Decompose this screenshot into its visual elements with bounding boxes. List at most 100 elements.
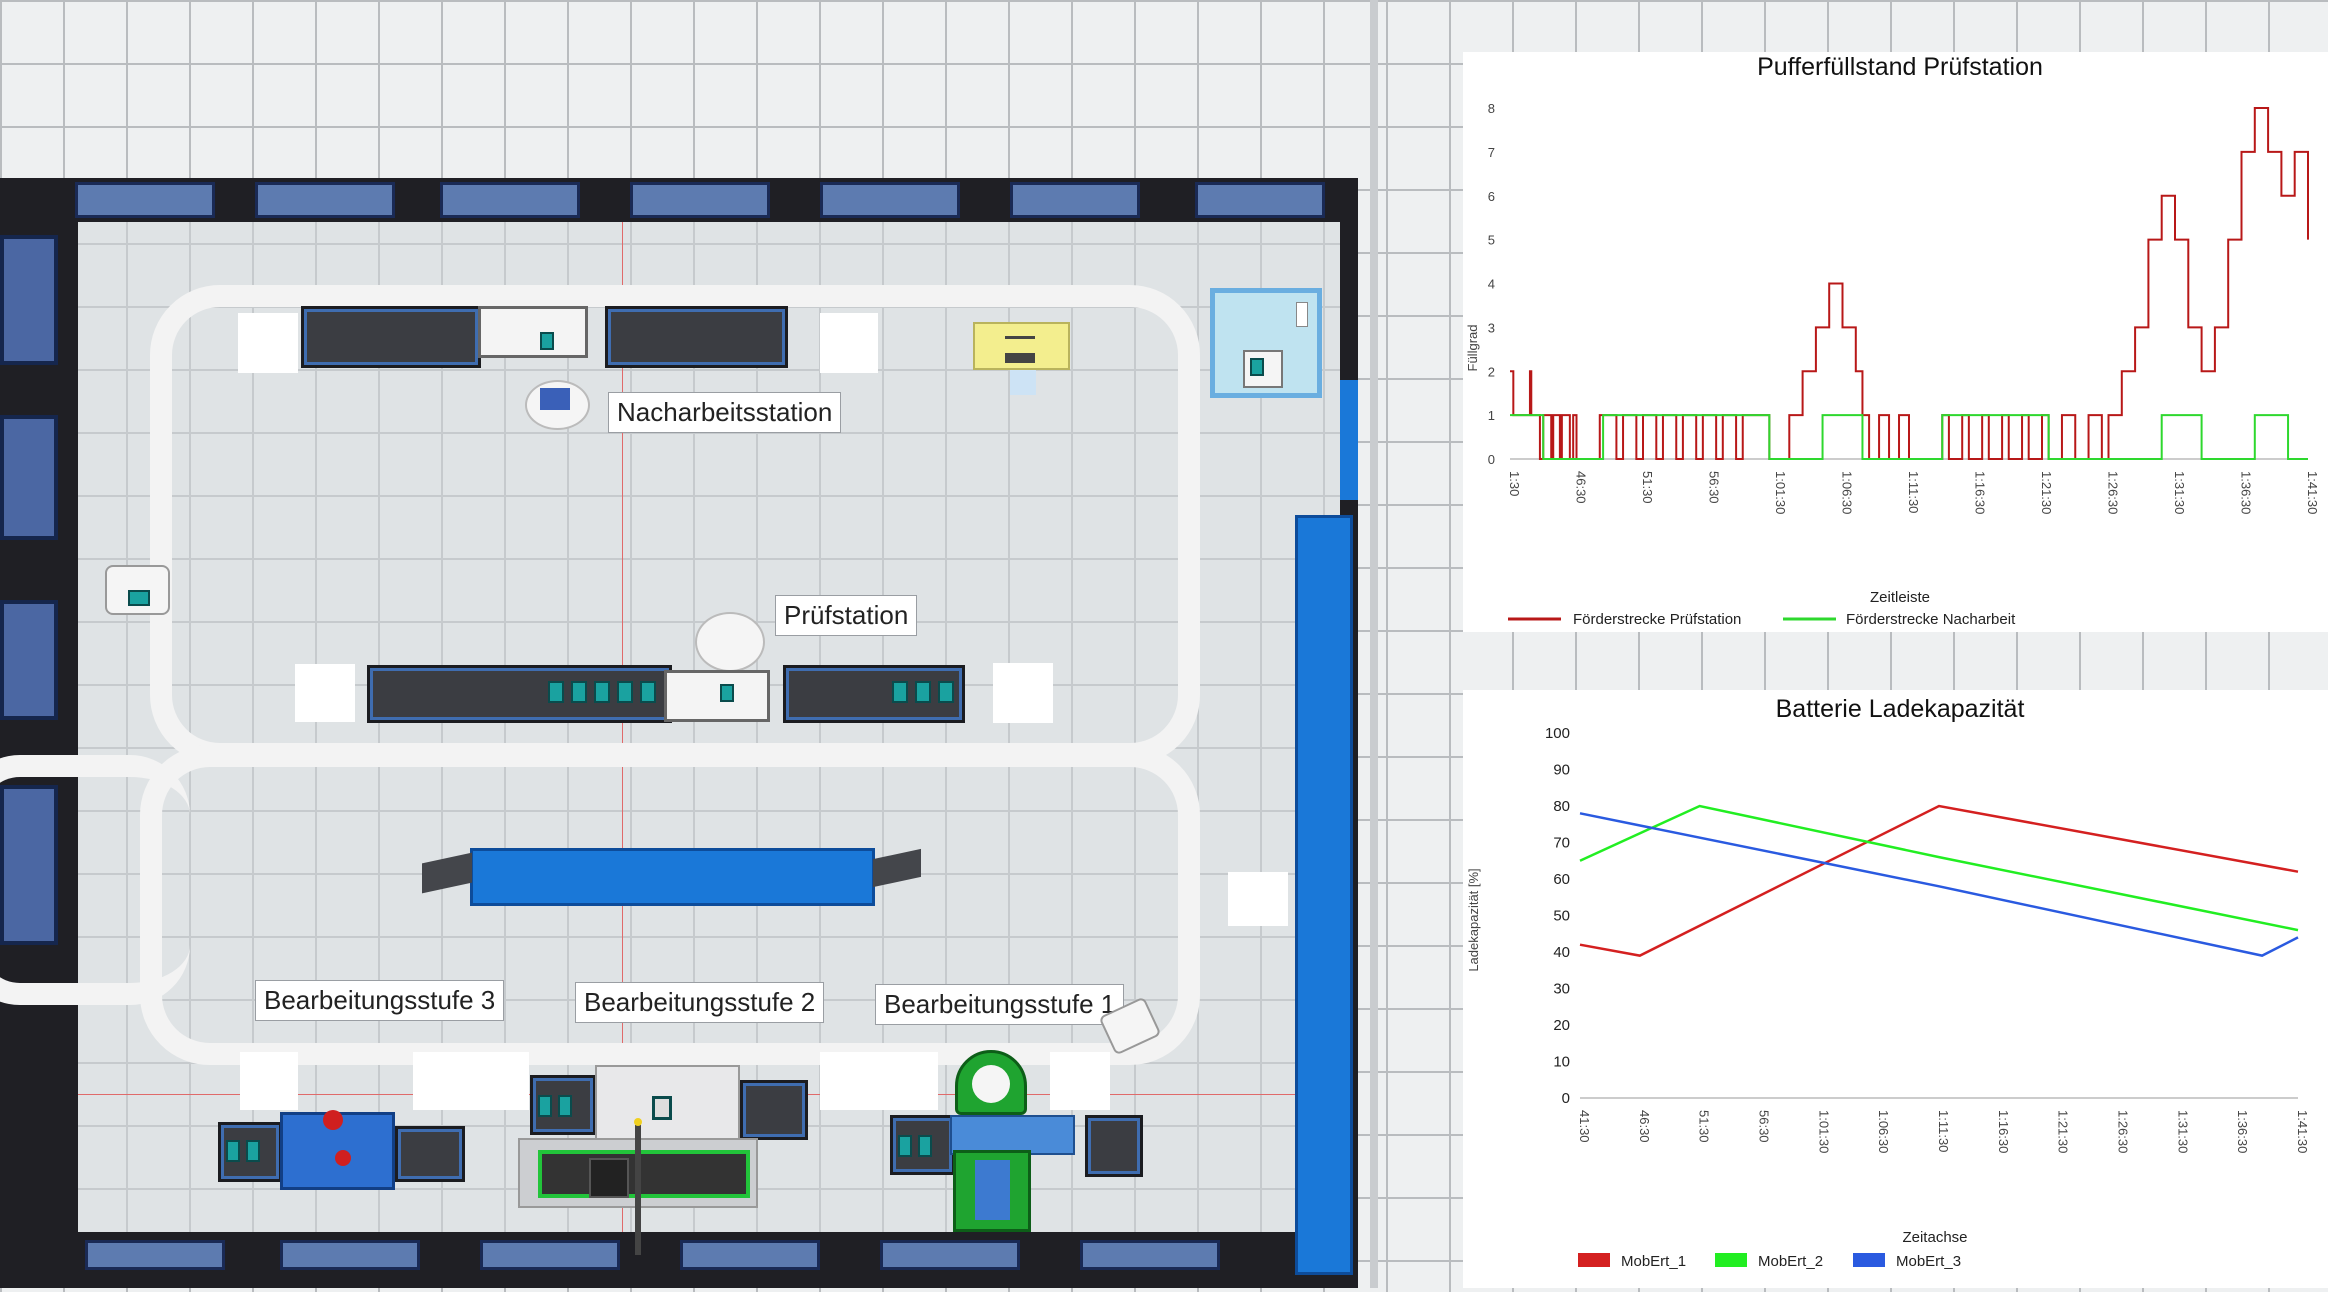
x-tick-label: 1:21:30 <box>2039 471 2054 514</box>
machine-module <box>540 332 554 350</box>
conveyor <box>395 1126 465 1182</box>
window <box>820 182 960 218</box>
x-tick-label: 1:26:30 <box>2116 1110 2131 1153</box>
transfer-pad <box>1228 872 1288 926</box>
window <box>0 415 58 540</box>
series-line-1 <box>1510 107 2309 460</box>
x-tick-label: 1:36:30 <box>2235 1110 2250 1153</box>
x-tick-label: 1:31:30 <box>2172 471 2187 514</box>
wall-segment <box>1340 380 1358 500</box>
y-tick-label: 1 <box>1488 408 1495 423</box>
marker-bar <box>1005 336 1035 339</box>
y-tick-label: 0 <box>1488 452 1495 467</box>
x-tick-label: 46:30 <box>1574 471 1589 504</box>
machining-core <box>972 1065 1010 1103</box>
x-tick-label: 1:41:30 <box>2305 471 2320 514</box>
x-tick-label: 56:30 <box>1757 1110 1772 1143</box>
station-label-inspection: Prüfstation <box>775 595 918 636</box>
y-tick-label: 6 <box>1488 189 1495 204</box>
machining-arm <box>975 1160 1010 1220</box>
y-tick-label: 70 <box>1553 835 1570 852</box>
station-label-stage1: Bearbeitungsstufe 1 <box>875 984 1125 1025</box>
conveyor <box>301 306 481 368</box>
part-slot <box>246 1140 260 1162</box>
chart-panel-buffer: Pufferfüllstand Prüfstation 0 1 2 3 4 5 6 7 8 1:3… <box>1463 52 2328 632</box>
window <box>85 1240 225 1270</box>
marker-stand <box>1010 370 1036 395</box>
robot-arm <box>540 388 570 410</box>
series-line-2 <box>1579 804 2299 932</box>
x-axis-label: Zeitleiste <box>1870 589 1930 606</box>
tool-arm <box>635 1125 641 1255</box>
window <box>1195 182 1325 218</box>
station-label-rework: Nacharbeitsstation <box>608 392 842 433</box>
x-tick-label: 1:36:30 <box>2239 471 2254 514</box>
y-tick-label: 40 <box>1553 944 1570 961</box>
machine-spindle <box>335 1150 351 1166</box>
legend-label-3: MobErt_3 <box>1896 1253 1961 1270</box>
legend-label-1: MobErt_1 <box>1621 1253 1686 1270</box>
part-slot <box>892 681 908 703</box>
x-tick-label: 1:01:30 <box>1816 1110 1831 1153</box>
inspection-robot <box>695 612 765 672</box>
charging-post <box>1296 302 1308 327</box>
window <box>0 600 58 720</box>
x-tick-label: 1:16:30 <box>1996 1110 2011 1153</box>
legend-label-2: Förderstrecke Nacharbeit <box>1846 611 2016 628</box>
transfer-pad <box>993 663 1053 723</box>
marker-bar <box>1005 353 1035 363</box>
y-tick-label: 50 <box>1553 908 1570 925</box>
x-tick-label: 51:30 <box>1697 1110 1712 1143</box>
part-slot <box>617 681 633 703</box>
transfer-pad <box>240 1052 298 1110</box>
x-tick-label: 1:41:30 <box>2295 1110 2310 1153</box>
x-tick-label: 41:30 <box>1577 1110 1592 1143</box>
window <box>75 182 215 218</box>
transfer-pad <box>413 1052 529 1110</box>
legend-swatch-2 <box>1715 1253 1747 1267</box>
station-label-stage2: Bearbeitungsstufe 2 <box>575 982 825 1023</box>
window <box>880 1240 1020 1270</box>
transfer-pad <box>1050 1052 1110 1110</box>
part-slot <box>548 681 564 703</box>
x-tick-label: 1:30 <box>1507 471 1522 496</box>
y-tick-label: 7 <box>1488 145 1495 160</box>
y-tick-label: 60 <box>1553 871 1570 888</box>
window <box>440 182 580 218</box>
chart-title: Batterie Ladekapazität <box>1776 695 2025 723</box>
machining-unit-1 <box>950 1115 1075 1155</box>
window <box>280 1240 420 1270</box>
conveyor <box>1085 1115 1143 1177</box>
series-line-1 <box>1579 804 2299 957</box>
transfer-pad <box>820 313 878 373</box>
central-storage <box>470 848 875 906</box>
window <box>630 182 770 218</box>
charging-module <box>1250 358 1264 376</box>
window <box>480 1240 620 1270</box>
x-tick-label: 1:21:30 <box>2056 1110 2071 1153</box>
x-tick-label: 1:31:30 <box>2175 1110 2190 1153</box>
window <box>680 1240 820 1270</box>
part-slot <box>226 1140 240 1162</box>
part-slot <box>558 1095 572 1117</box>
x-tick-label: 1:26:30 <box>2106 471 2121 514</box>
x-tick-label: 1:11:30 <box>1906 471 1921 513</box>
conveyor <box>740 1080 808 1140</box>
main-conveyor-right <box>1295 515 1353 1275</box>
y-tick-label: 5 <box>1488 233 1495 248</box>
machine-window <box>652 1096 672 1120</box>
y-tick-label: 100 <box>1545 725 1570 742</box>
y-tick-label: 30 <box>1553 981 1570 998</box>
x-tick-label: 56:30 <box>1707 471 1722 504</box>
tool-tip <box>634 1118 642 1126</box>
tool-head <box>589 1158 629 1198</box>
x-tick-label: 1:06:30 <box>1876 1110 1891 1153</box>
x-tick-label: 1:01:30 <box>1773 471 1788 514</box>
y-tick-label: 20 <box>1553 1017 1570 1034</box>
machine-module <box>720 684 734 702</box>
x-axis-label: Zeitachse <box>1902 1229 1967 1246</box>
agv-track-left <box>0 755 190 1005</box>
part-slot <box>538 1095 552 1117</box>
y-tick-label: 0 <box>1562 1090 1570 1107</box>
window <box>1080 1240 1220 1270</box>
